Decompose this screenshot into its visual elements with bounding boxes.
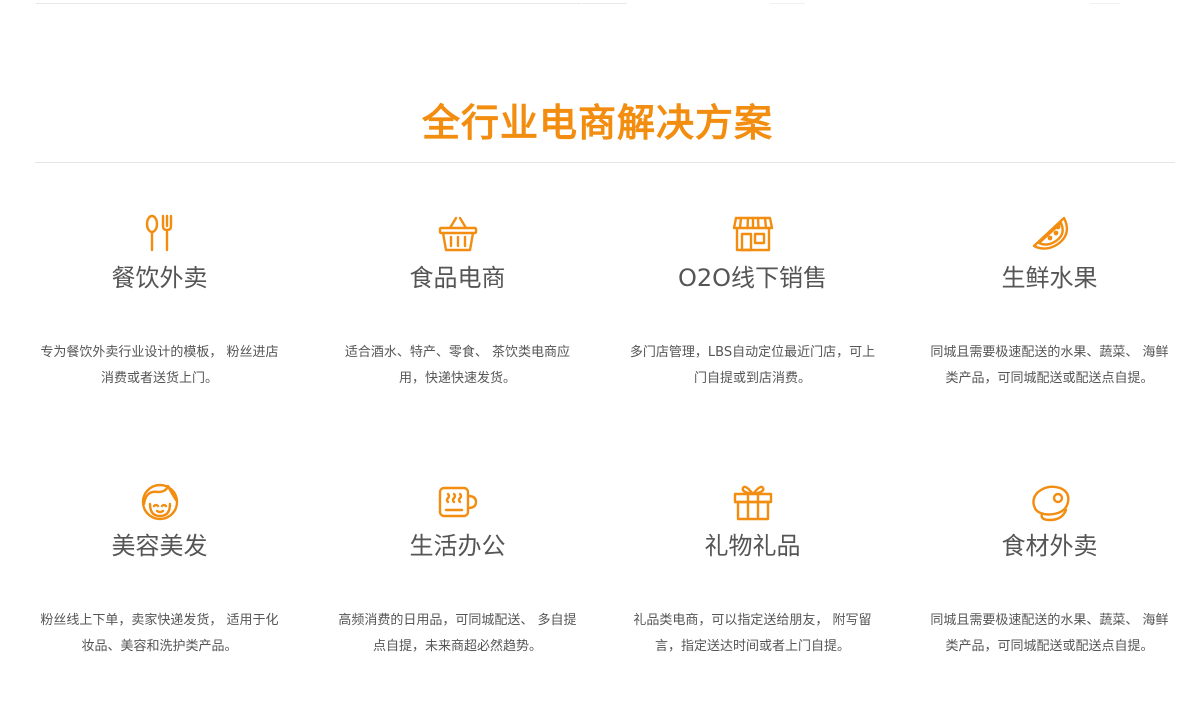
card-title: 礼物礼品	[704, 532, 801, 560]
card-description: 同城且需要极速配送的水果、蔬菜、 海鲜类产品，可同城配送或配送点自提。	[930, 613, 1169, 654]
solution-card-ingredients[interactable]: 食材外卖 同城且需要极速配送的水果、蔬菜、 海鲜类产品，可同城配送或配送点自提。	[902, 480, 1195, 660]
card-title: 生活办公	[409, 532, 506, 560]
top-divider	[582, 0, 627, 4]
solution-card-o2o[interactable]: O2O线下销售 多门店管理，LBS自动定位最近门店，可上门自提或到店消费。	[605, 212, 900, 392]
solution-card-catering[interactable]: 餐饮外卖 专为餐饮外卖行业设计的模板， 粉丝进店消费或者送货上门。	[12, 212, 307, 392]
solution-card-fresh[interactable]: 生鲜水果 同城且需要极速配送的水果、蔬菜、 海鲜类产品，可同城配送或配送点自提。	[902, 212, 1195, 392]
card-title: 食材外卖	[1001, 532, 1098, 560]
top-divider	[770, 0, 805, 4]
fork-spoon-icon	[138, 212, 182, 256]
card-title: 食品电商	[409, 264, 506, 292]
solution-card-food[interactable]: 食品电商 适合酒水、特产、零食、 茶饮类电商应用，快递快速发货。	[310, 212, 605, 392]
storefront-icon	[731, 212, 775, 256]
top-divider	[1090, 0, 1120, 4]
card-description: 粉丝线上下单，卖家快递发货， 适用于化妆品、美容和洗护类产品。	[40, 613, 279, 654]
card-description: 多门店管理，LBS自动定位最近门店，可上门自提或到店消费。	[629, 345, 876, 386]
card-title: 餐饮外卖	[111, 264, 208, 292]
card-title: O2O线下销售	[677, 264, 828, 292]
card-title: 生鲜水果	[1001, 264, 1098, 292]
title-divider	[35, 162, 1175, 163]
watermelon-slice-icon	[1028, 212, 1072, 256]
section-title: 全行业电商解决方案	[421, 101, 773, 145]
card-description: 适合酒水、特产、零食、 茶饮类电商应用，快递快速发货。	[344, 345, 571, 386]
gift-box-icon	[731, 480, 775, 524]
card-description: 同城且需要极速配送的水果、蔬菜、 海鲜类产品，可同城配送或配送点自提。	[930, 345, 1169, 386]
card-title: 美容美发	[111, 532, 208, 560]
shopping-basket-icon	[436, 212, 480, 256]
card-description: 专为餐饮外卖行业设计的模板， 粉丝进店消费或者送货上门。	[40, 345, 279, 386]
solution-card-gift[interactable]: 礼物礼品 礼品类电商，可以指定送给朋友， 附写留言，指定送达时间或者上门自提。	[605, 480, 900, 660]
solution-card-office[interactable]: 生活办公 高频消费的日用品，可同城配送、 多自提点自提，未来商超必然趋势。	[310, 480, 605, 660]
woman-face-icon	[138, 480, 182, 524]
coffee-cup-icon	[436, 480, 480, 524]
top-divider	[36, 0, 581, 4]
card-description: 礼品类电商，可以指定送给朋友， 附写留言，指定送达时间或者上门自提。	[633, 613, 872, 654]
card-description: 高频消费的日用品，可同城配送、 多自提点自提，未来商超必然趋势。	[338, 613, 577, 654]
meat-steak-icon	[1028, 480, 1072, 524]
solution-card-beauty[interactable]: 美容美发 粉丝线上下单，卖家快递发货， 适用于化妆品、美容和洗护类产品。	[12, 480, 307, 660]
